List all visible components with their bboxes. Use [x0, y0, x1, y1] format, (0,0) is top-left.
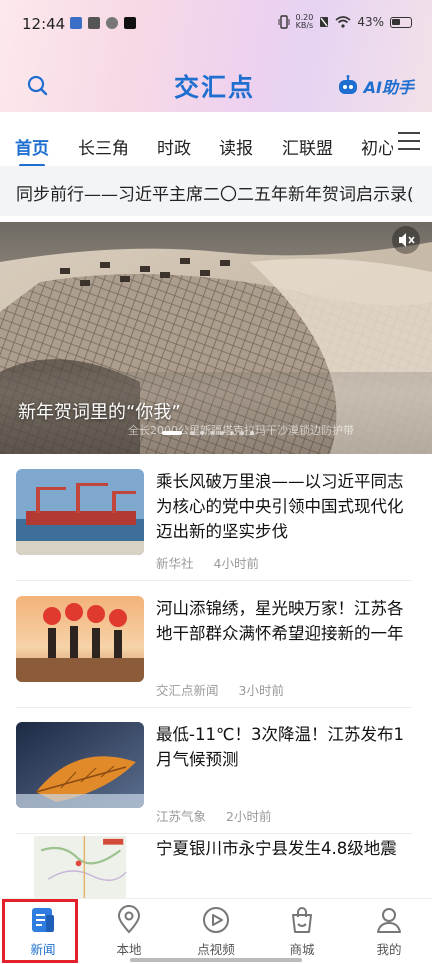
tab-home[interactable]: 首页 [15, 134, 49, 159]
news-title: 乘长风破万里浪——以习近平同志为核心的党中央引领中国式现代化迈出新的坚实步伐 [156, 472, 404, 541]
news-meta: 江苏气象 2小时前 [156, 806, 271, 825]
tab-yangtze-delta[interactable]: 长三角 [78, 134, 129, 159]
location-icon [117, 905, 141, 934]
notification-icon [70, 17, 82, 29]
nav-video[interactable]: 点视频 [173, 905, 259, 958]
ai-assistant-button[interactable]: AI助手 [336, 74, 414, 98]
play-icon [203, 907, 229, 933]
battery-percent: 43% [357, 15, 384, 29]
tab-alliance[interactable]: 汇联盟 [282, 134, 333, 159]
cloud-icon [106, 17, 118, 29]
news-thumbnail [16, 722, 144, 808]
news-thumbnail [16, 469, 144, 555]
net-speed: 0.20 KB/s [296, 14, 314, 30]
carousel-indicator [162, 431, 254, 435]
news-item[interactable]: 乘长风破万里浪——以习近平同志为核心的党中央引领中国式现代化迈出新的坚实步伐 新… [16, 469, 412, 581]
nav-label: 商城 [289, 942, 315, 957]
status-right: 0.20 KB/s 43% [278, 14, 412, 30]
app-header: 交汇点 AI助手 [0, 62, 432, 112]
news-thumbnail [16, 596, 144, 682]
news-item[interactable]: 宁夏银川市永宁县发生4.8级地震 [16, 836, 412, 898]
net-speed-unit: KB/s [295, 21, 314, 30]
news-meta: 交汇点新闻 3小时前 [156, 680, 284, 699]
sim-off-icon [320, 17, 329, 27]
nav-local[interactable]: 本地 [86, 905, 172, 958]
nav-label: 点视频 [197, 942, 235, 957]
tab-politics[interactable]: 时政 [157, 134, 191, 159]
news-title: 最低-11℃！3次降温！江苏发布1月气候预测 [156, 725, 404, 769]
news-source: 交汇点新闻 [156, 683, 219, 698]
news-title: 河山添锦绣，星光映万家！江苏各地干部群众满怀希望迎接新的一年 [156, 599, 404, 643]
bottom-navigation: 新闻 本地 点视频 商城 我的 [0, 898, 432, 964]
status-bar: 12:44 0.20 KB/s 43% [0, 0, 432, 50]
news-title: 宁夏银川市永宁县发生4.8级地震 [156, 839, 397, 858]
news-time: 4小时前 [213, 556, 259, 571]
nav-mall[interactable]: 商城 [259, 905, 345, 958]
tab-original-aspiration[interactable]: 初心 [361, 134, 393, 159]
search-icon[interactable] [24, 72, 52, 100]
status-time: 12:44 [22, 15, 66, 33]
menu-icon[interactable] [398, 132, 420, 152]
news-thumbnail [33, 836, 127, 898]
nav-label: 本地 [116, 942, 142, 957]
news-item[interactable]: 河山添锦绣，星光映万家！江苏各地干部群众满怀希望迎接新的一年 交汇点新闻 3小时前 [16, 596, 412, 708]
user-icon [377, 908, 401, 933]
hero-title: 新年贺词里的“你我” [18, 402, 181, 423]
tab-newspaper[interactable]: 读报 [219, 134, 253, 159]
app-icon [88, 17, 100, 29]
wifi-icon [335, 16, 351, 28]
hero-banner[interactable]: 全长2000公里新疆塔克拉玛干沙漠锁边防护带 新年贺词里的“你我” [0, 222, 432, 454]
home-indicator [130, 958, 302, 962]
news-time: 3小时前 [238, 683, 284, 698]
robot-icon [338, 75, 357, 94]
battery-icon [390, 16, 412, 28]
news-source: 新华社 [156, 556, 194, 571]
news-time: 2小时前 [226, 809, 272, 824]
nav-profile[interactable]: 我的 [346, 905, 432, 958]
headline-ticker[interactable]: 同步前行——习近平主席二〇二五年新年贺词启示录( [0, 166, 432, 216]
app-logo: 交汇点 [174, 73, 256, 102]
news-meta: 新华社 4小时前 [156, 553, 259, 572]
channel-tabs: 首页 长三角 时政 读报 汇联盟 初心 [0, 112, 432, 167]
news-item[interactable]: 最低-11℃！3次降温！江苏发布1月气候预测 江苏气象 2小时前 [16, 722, 412, 834]
shopping-bag-icon [292, 907, 312, 933]
ai-assistant-label: AI助手 [363, 78, 414, 97]
ticker-text: 同步前行——习近平主席二〇二五年新年贺词启示录( [16, 185, 414, 205]
news-source: 江苏气象 [156, 809, 207, 824]
mute-icon[interactable] [392, 226, 420, 254]
tiktok-icon [124, 17, 136, 29]
nav-label: 我的 [376, 942, 402, 957]
selection-highlight [2, 899, 78, 963]
vibrate-icon [278, 15, 290, 29]
